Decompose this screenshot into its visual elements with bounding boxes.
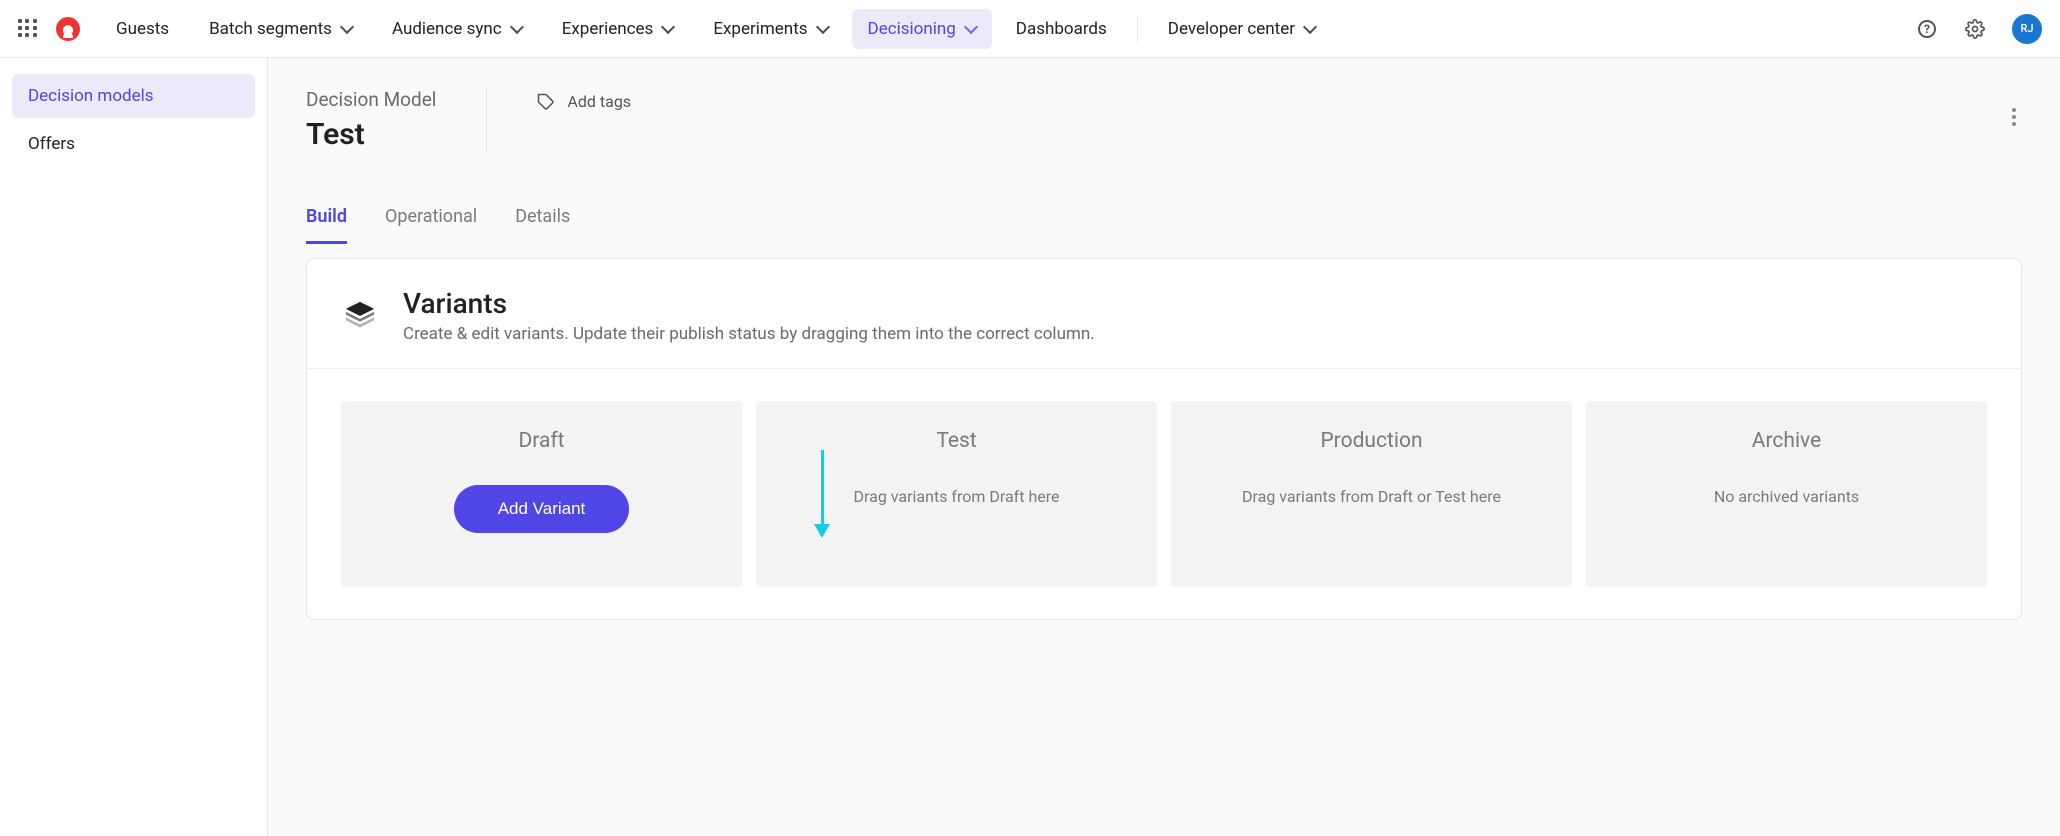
layers-icon (343, 299, 377, 333)
more-actions-button[interactable] (2006, 102, 2022, 132)
help-button[interactable]: ? (1916, 18, 1938, 40)
nav-label: Experiments (713, 19, 807, 39)
column-test[interactable]: Test Drag variants from Draft here (756, 401, 1157, 587)
nav-label: Guests (116, 19, 169, 39)
variants-card: Variants Create & edit variants. Update … (306, 258, 2022, 620)
chevron-down-icon (661, 19, 675, 33)
button-label: Add Variant (498, 499, 586, 518)
column-hint: Drag variants from Draft or Test here (1191, 485, 1552, 509)
settings-button[interactable] (1964, 18, 1986, 40)
tag-icon (537, 93, 555, 111)
tabs: Build Operational Details (306, 206, 2022, 244)
brand-logo-icon[interactable] (56, 17, 80, 41)
card-title: Variants (403, 287, 1095, 320)
column-title: Test (776, 429, 1137, 453)
nav-label: Experiences (562, 19, 654, 39)
card-subtitle: Create & edit variants. Update their pub… (403, 324, 1095, 344)
tab-label: Operational (385, 206, 477, 227)
nav-label: Developer center (1168, 19, 1295, 39)
add-tags-button[interactable]: Add tags (537, 88, 631, 111)
column-title: Draft (361, 429, 722, 453)
nav-label: Audience sync (392, 19, 502, 39)
sidebar-item-label: Offers (28, 134, 75, 154)
sidebar: Decision models Offers (0, 58, 268, 836)
help-icon: ? (1918, 20, 1936, 38)
breadcrumb: Decision Model (306, 88, 436, 111)
column-production[interactable]: Production Drag variants from Draft or T… (1171, 401, 1572, 587)
page-title: Test (306, 117, 436, 152)
nav-experiences[interactable]: Experiences (546, 9, 690, 49)
nav-batch-segments[interactable]: Batch segments (193, 9, 368, 49)
tab-operational[interactable]: Operational (385, 206, 477, 244)
nav-decisioning[interactable]: Decisioning (852, 9, 992, 49)
chevron-down-icon (510, 19, 524, 33)
column-archive[interactable]: Archive No archived variants (1586, 401, 1987, 587)
column-draft[interactable]: Draft Add Variant (341, 401, 742, 587)
sidebar-item-offers[interactable]: Offers (12, 122, 255, 166)
nav-label: Batch segments (209, 19, 332, 39)
tab-details[interactable]: Details (515, 206, 570, 244)
tab-label: Details (515, 206, 570, 227)
tab-build[interactable]: Build (306, 206, 347, 244)
sidebar-item-decision-models[interactable]: Decision models (12, 74, 255, 118)
add-variant-button[interactable]: Add Variant (454, 485, 630, 533)
nav-experiments[interactable]: Experiments (697, 9, 843, 49)
nav-dashboards[interactable]: Dashboards (1000, 9, 1123, 49)
nav-label: Decisioning (868, 19, 956, 39)
user-avatar[interactable]: RJ (2012, 14, 2042, 44)
avatar-initials: RJ (2020, 22, 2033, 35)
chevron-down-icon (964, 19, 978, 33)
chevron-down-icon (340, 19, 354, 33)
nav-guests[interactable]: Guests (100, 9, 185, 49)
nav-audience-sync[interactable]: Audience sync (376, 9, 538, 49)
app-switcher-icon[interactable] (18, 19, 38, 39)
column-hint: Drag variants from Draft here (776, 485, 1137, 509)
tab-label: Build (306, 206, 347, 227)
nav-label: Dashboards (1016, 19, 1107, 39)
column-hint: No archived variants (1606, 485, 1967, 509)
add-tags-label: Add tags (567, 92, 631, 111)
column-title: Archive (1606, 429, 1967, 453)
gear-icon (1965, 19, 1985, 39)
nav-developer-center[interactable]: Developer center (1152, 9, 1331, 49)
sidebar-item-label: Decision models (28, 86, 154, 106)
chevron-down-icon (1303, 19, 1317, 33)
chevron-down-icon (815, 19, 829, 33)
column-title: Production (1191, 429, 1552, 453)
nav-separator (1137, 16, 1138, 42)
